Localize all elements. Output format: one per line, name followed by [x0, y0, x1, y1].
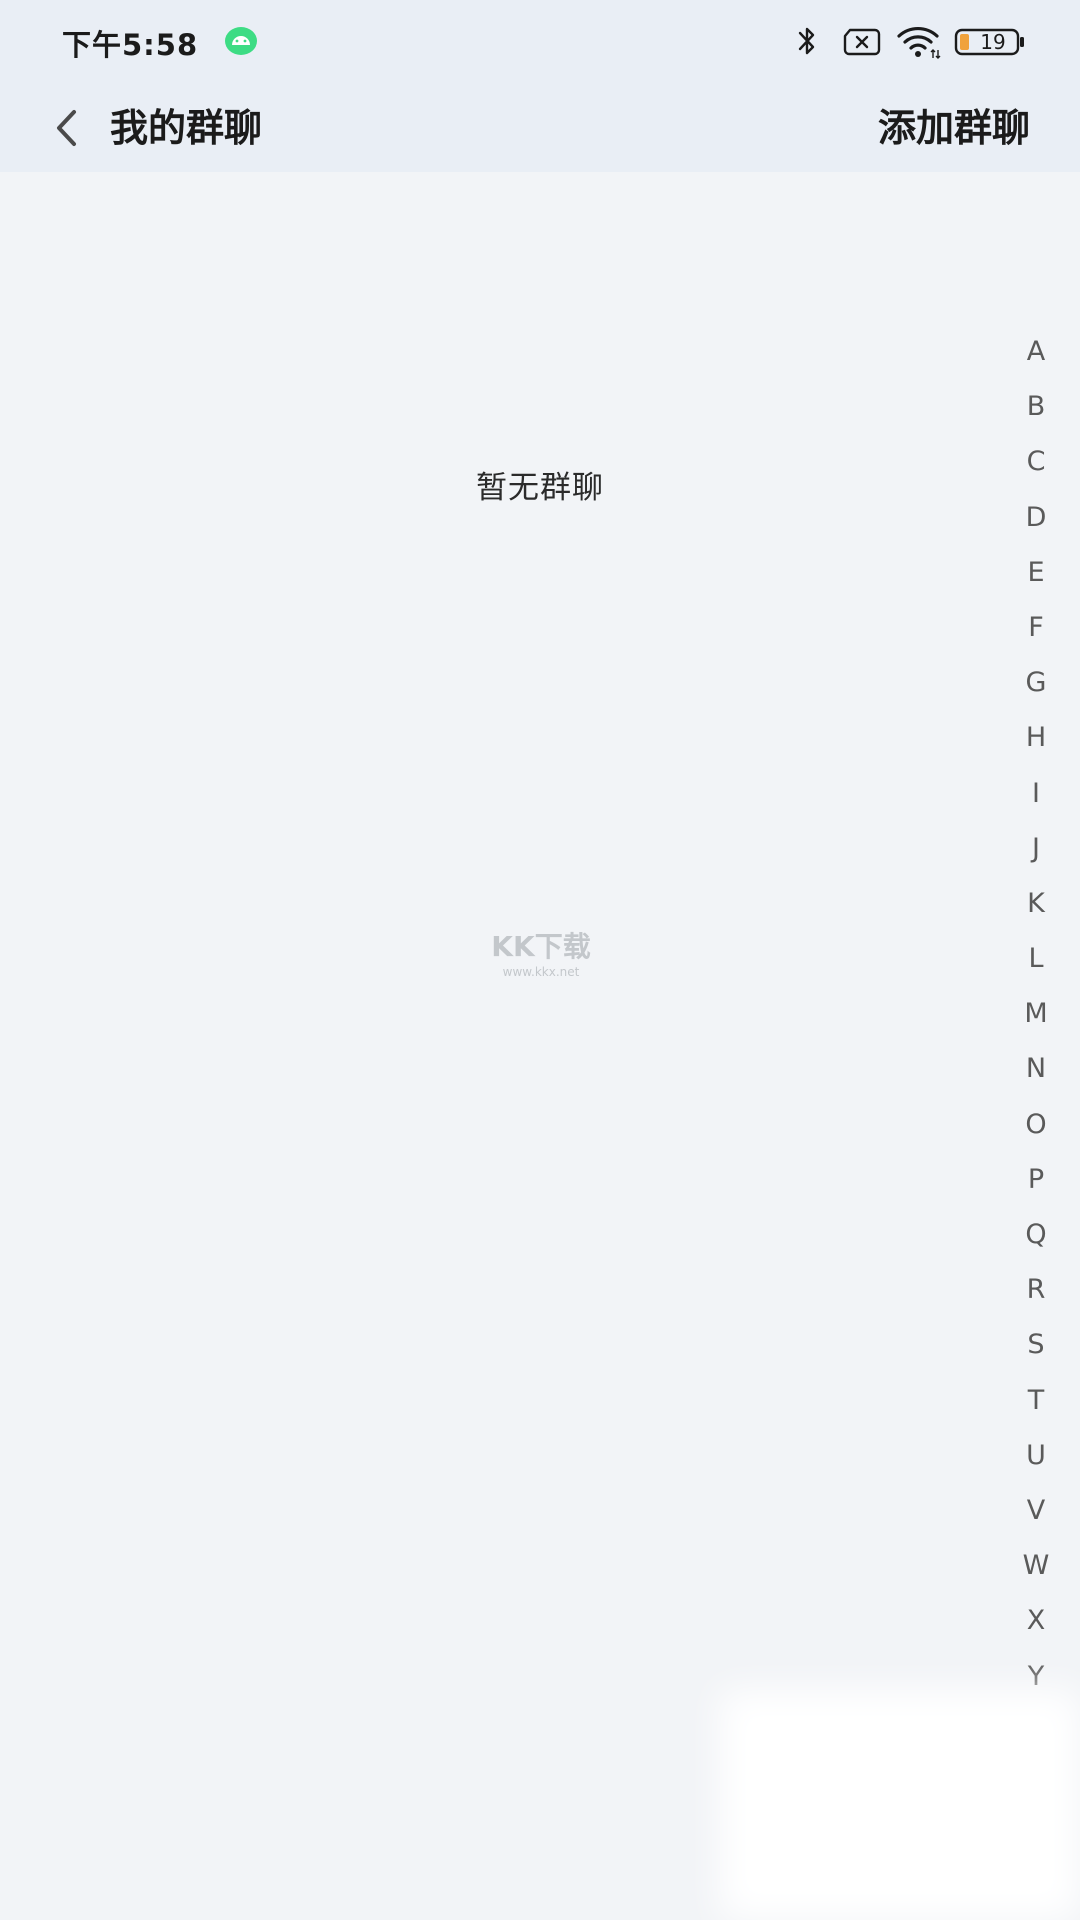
index-letter-r[interactable]: R — [1000, 1262, 1072, 1317]
status-bar: 下午5:58 19 — [0, 0, 1080, 84]
no-sim-icon — [843, 28, 881, 56]
empty-state-text: 暂无群聊 — [476, 470, 604, 506]
index-letter-n[interactable]: N — [1000, 1041, 1072, 1096]
android-icon — [225, 27, 257, 55]
alphabet-index[interactable]: A B C D E F G H I J K L M N O P Q R S T … — [1000, 324, 1072, 1704]
index-letter-v[interactable]: V — [1000, 1483, 1072, 1538]
bottom-overlay — [720, 1690, 1080, 1920]
index-letter-o[interactable]: O — [1000, 1097, 1072, 1152]
index-letter-t[interactable]: T — [1000, 1373, 1072, 1428]
top-bar: 下午5:58 19 我的群聊 添加群聊 — [0, 0, 1080, 172]
index-letter-j[interactable]: J — [1000, 821, 1072, 876]
index-letter-q[interactable]: Q — [1000, 1207, 1072, 1262]
bluetooth-icon — [798, 27, 815, 55]
index-letter-p[interactable]: P — [1000, 1152, 1072, 1207]
battery-level: 19 — [980, 30, 1006, 54]
index-letter-g[interactable]: G — [1000, 655, 1072, 710]
watermark: KK下载 www.kkx.net — [478, 930, 604, 990]
index-letter-s[interactable]: S — [1000, 1317, 1072, 1372]
back-button[interactable] — [42, 104, 90, 152]
index-letter-h[interactable]: H — [1000, 710, 1072, 765]
index-letter-k[interactable]: K — [1000, 876, 1072, 931]
index-letter-u[interactable]: U — [1000, 1428, 1072, 1483]
index-letter-e[interactable]: E — [1000, 545, 1072, 600]
index-letter-m[interactable]: M — [1000, 986, 1072, 1041]
index-letter-b[interactable]: B — [1000, 379, 1072, 434]
add-group-button[interactable]: 添加群聊 — [878, 102, 1030, 154]
index-letter-i[interactable]: I — [1000, 766, 1072, 821]
index-letter-x[interactable]: X — [1000, 1593, 1072, 1648]
back-chevron-icon — [57, 110, 76, 146]
index-letter-l[interactable]: L — [1000, 931, 1072, 986]
title-bar: 我的群聊 添加群聊 — [0, 84, 1080, 172]
index-letter-w[interactable]: W — [1000, 1538, 1072, 1593]
watermark-url: www.kkx.net — [502, 965, 580, 979]
status-time: 下午5:58 — [62, 28, 199, 62]
wifi-icon — [897, 26, 941, 59]
page-title: 我的群聊 — [110, 106, 263, 150]
index-letter-a[interactable]: A — [1000, 324, 1072, 379]
index-letter-d[interactable]: D — [1000, 490, 1072, 545]
index-letter-f[interactable]: F — [1000, 600, 1072, 655]
index-letter-c[interactable]: C — [1000, 434, 1072, 489]
watermark-logo-text: KK下载 — [491, 930, 591, 963]
